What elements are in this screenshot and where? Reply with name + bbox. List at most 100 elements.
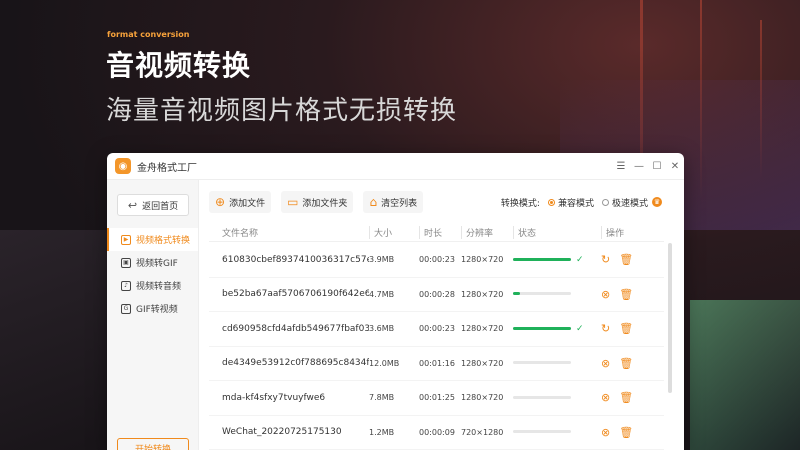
- fast-mode-label[interactable]: 极速模式: [612, 196, 648, 209]
- sidebar-item-label: GIF转视频: [136, 305, 178, 315]
- compat-mode-label[interactable]: 兼容模式: [558, 196, 594, 209]
- add-file-button[interactable]: ⊕ 添加文件: [209, 191, 272, 213]
- row-actions: ⊗ 🗑: [601, 426, 645, 439]
- gif-icon: G: [121, 303, 131, 314]
- hero-title: 音视频转换: [106, 49, 252, 82]
- sidebar: ↩ 返回首页 ▶ 视频格式转换 ▣ 视频转GIF ♪ 视频转音频 G GIF转视…: [107, 180, 199, 450]
- file-size: 12.0MB: [369, 358, 400, 368]
- file-name: mda-kf4sfxy7tvuyfwe6: [222, 392, 326, 403]
- hero-subtitle: 海量音视频图片格式无损转换: [106, 96, 458, 126]
- file-list: 610830cbef8937410036317c57e3c1...3.9MB 00…: [209, 243, 664, 450]
- sidebar-menu: ▶ 视频格式转换 ▣ 视频转GIF ♪ 视频转音频 G GIF转视频: [107, 228, 198, 320]
- file-status: [513, 289, 601, 299]
- folder-icon: ▭: [287, 195, 299, 209]
- convert-mode: 转换模式: 兼容模式 极速模式 ♛: [501, 196, 684, 209]
- file-name: 610830cbef8937410036317c57e3c1...: [222, 254, 369, 265]
- file-size: 1.2MB: [369, 427, 395, 437]
- sidebar-item-video-to-gif[interactable]: ▣ 视频转GIF: [107, 251, 198, 274]
- decor-glow-green: [690, 300, 800, 450]
- sidebar-item-video-to-audio[interactable]: ♪ 视频转音频: [107, 274, 198, 297]
- app-window: ◉ 金舟格式工厂 ☰ — ☐ ✕ ↩ 返回首页 ▶ 视频格式转换 ▣ 视频转GI…: [107, 153, 684, 450]
- cancel-icon[interactable]: ⊗: [601, 357, 610, 370]
- trash-icon[interactable]: 🗑: [619, 288, 633, 301]
- file-size: 3.6MB: [369, 324, 395, 334]
- back-home-button[interactable]: ↩ 返回首页: [117, 194, 189, 216]
- header-ops: 操作: [601, 226, 645, 239]
- file-duration: 00:00:28: [419, 289, 455, 299]
- sidebar-item-video-convert[interactable]: ▶ 视频格式转换: [107, 228, 198, 251]
- table-row[interactable]: WeChat_20220725175130 1.2MB 00:00:09 720×12…: [209, 416, 664, 450]
- file-status: [513, 393, 601, 403]
- close-icon[interactable]: ✕: [666, 161, 684, 172]
- trash-icon[interactable]: 🗑: [619, 322, 633, 335]
- convert-mode-label: 转换模式:: [500, 198, 540, 209]
- add-folder-button[interactable]: ▭ 添加文件夹: [281, 191, 354, 213]
- row-actions: ⊗ 🗑: [601, 391, 645, 404]
- cancel-icon[interactable]: ⊗: [601, 391, 610, 404]
- clear-list-label: 清空列表: [381, 198, 418, 209]
- row-actions: ⊗ 🗑: [601, 288, 645, 301]
- add-file-label: 添加文件: [229, 198, 266, 209]
- video-file-icon: ▶: [121, 234, 131, 245]
- trash-icon[interactable]: 🗑: [619, 426, 633, 439]
- file-size: 3.9MB: [369, 255, 395, 265]
- row-actions: ⊗ 🗑: [601, 357, 645, 370]
- decor-light-beam: [700, 0, 702, 200]
- refresh-icon[interactable]: ↻: [601, 322, 610, 335]
- cancel-icon[interactable]: ⊗: [601, 426, 610, 439]
- trash-icon[interactable]: 🗑: [619, 253, 633, 266]
- vip-badge-icon: ♛: [652, 197, 662, 207]
- file-size: 4.7MB: [369, 289, 395, 299]
- file-resolution: 1280×720: [461, 255, 504, 265]
- header-name: 文件名称: [222, 229, 259, 239]
- row-actions: ↻ 🗑: [601, 322, 645, 335]
- file-duration: 00:01:16: [419, 358, 455, 368]
- sidebar-item-label: 视频格式转换: [136, 236, 191, 246]
- menu-icon[interactable]: ☰: [612, 161, 630, 172]
- decor-glow-left: [0, 230, 120, 450]
- minimize-icon[interactable]: —: [630, 161, 648, 172]
- plus-circle-icon: ⊕: [215, 195, 226, 209]
- table-row[interactable]: 610830cbef8937410036317c57e3c1...3.9MB 00…: [209, 243, 664, 278]
- refresh-icon[interactable]: ↻: [601, 253, 610, 266]
- start-convert-button[interactable]: 开始转换: [117, 438, 189, 450]
- app-logo-icon: ◉: [115, 158, 131, 174]
- file-status: ✓: [513, 324, 601, 334]
- image-icon: ▣: [121, 257, 131, 268]
- header-duration: 时长: [419, 226, 461, 239]
- table-row[interactable]: cd690958cfd4afdb549677fbaf038e063.6MB 00:…: [209, 312, 664, 347]
- app-title: 金舟格式工厂: [137, 162, 197, 174]
- sidebar-item-label: 视频转GIF: [136, 259, 178, 269]
- file-resolution: 1280×720: [461, 324, 504, 334]
- table-row[interactable]: mda-kf4sfxy7tvuyfwe6 7.8MB 00:01:25 1280×72…: [209, 381, 664, 416]
- scrollbar[interactable]: [668, 243, 672, 393]
- file-name: cd690958cfd4afdb549677fbaf038e06: [222, 323, 369, 334]
- back-home-label: 返回首页: [142, 201, 179, 212]
- file-resolution: 1280×720: [461, 358, 504, 368]
- file-duration: 00:00:23: [419, 255, 455, 265]
- file-resolution: 720×1280: [461, 427, 504, 437]
- title-bar: ◉ 金舟格式工厂 ☰ — ☐ ✕: [107, 153, 684, 180]
- progress-bar: [513, 257, 571, 261]
- trash-icon[interactable]: 🗑: [619, 357, 633, 370]
- progress-bar: [513, 430, 571, 434]
- toolbar: ⊕ 添加文件 ▭ 添加文件夹 ⌂ 清空列表 转换模式: 兼容模式 极速模式 ♛: [199, 180, 684, 224]
- maximize-icon[interactable]: ☐: [648, 161, 666, 172]
- file-duration: 00:00:09: [419, 427, 455, 437]
- table-row[interactable]: be52ba67aaf5706706190f642e6409...4.7MB 00…: [209, 278, 664, 312]
- trash-icon[interactable]: 🗑: [619, 391, 633, 404]
- main-panel: ⊕ 添加文件 ▭ 添加文件夹 ⌂ 清空列表 转换模式: 兼容模式 极速模式 ♛ …: [199, 180, 684, 450]
- compat-mode-radio[interactable]: [547, 198, 555, 206]
- file-resolution: 1280×720: [461, 289, 504, 299]
- add-folder-label: 添加文件夹: [302, 198, 348, 209]
- hero-tagline: format conversion: [107, 30, 190, 39]
- decor-light-beam: [760, 20, 762, 180]
- row-actions: ↻ 🗑: [601, 253, 645, 266]
- check-icon: ✓: [576, 254, 584, 265]
- fast-mode-radio[interactable]: [601, 198, 609, 206]
- table-row[interactable]: de4349e53912c0f788695c8434ff100612.0MB 00…: [209, 347, 664, 381]
- sidebar-item-gif-to-video[interactable]: G GIF转视频: [107, 297, 198, 320]
- clear-list-button[interactable]: ⌂ 清空列表: [363, 191, 424, 213]
- cancel-icon[interactable]: ⊗: [601, 288, 610, 301]
- file-duration: 00:00:23: [419, 324, 455, 334]
